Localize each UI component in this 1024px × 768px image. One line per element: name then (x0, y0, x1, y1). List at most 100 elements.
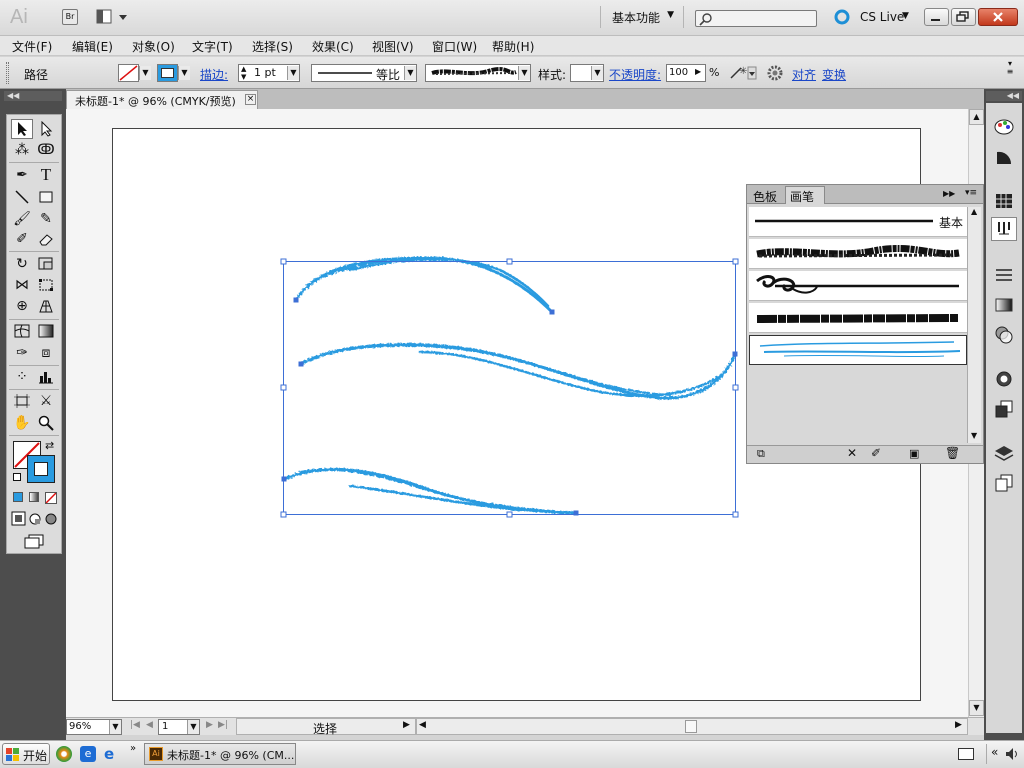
quicklaunch-browser-icon[interactable]: e (80, 746, 96, 762)
menu-help[interactable]: 帮助(H) (492, 38, 534, 55)
pencil-tool[interactable]: ✎ (35, 209, 57, 229)
rotate-tool[interactable]: ↻ (11, 254, 33, 274)
brush-options-icon[interactable]: ✐ (871, 446, 881, 460)
brush-item-blue-selected[interactable] (749, 335, 967, 365)
start-button[interactable]: 开始 (2, 743, 50, 765)
eyedropper-tool[interactable]: ✑ (11, 343, 33, 363)
scroll-down-button[interactable]: ▼ (969, 700, 984, 716)
brushes-panel-icon[interactable] (991, 217, 1017, 241)
swap-arrow-icon[interactable]: ⇄ (45, 439, 54, 452)
search-field[interactable] (695, 10, 817, 27)
triangle-right-icon[interactable]: ▶ (955, 720, 962, 730)
graphic-styles-icon[interactable] (991, 397, 1017, 421)
direct-selection-tool[interactable] (35, 119, 57, 139)
stroke-panel-icon[interactable] (991, 263, 1017, 287)
recolor-artwork-button[interactable]: ✳ (728, 64, 758, 82)
collapse-tools-button[interactable]: ◀◀ (4, 91, 62, 101)
column-graph-tool[interactable] (35, 367, 57, 387)
new-brush-icon[interactable]: ▣ (909, 447, 919, 460)
brush-definition-dropdown[interactable]: ▼ (425, 64, 531, 82)
hand-tool[interactable]: ✋ (11, 413, 33, 433)
stroke-swatch-dropdown[interactable]: ▼ (157, 64, 191, 82)
appearance-panel-icon[interactable] (991, 367, 1017, 391)
quicklaunch-ie-icon[interactable]: e (104, 746, 120, 762)
transform-link[interactable]: 变换 (822, 66, 846, 83)
none-button[interactable] (45, 492, 57, 504)
align-link[interactable]: 对齐 (792, 66, 816, 83)
bridge-button[interactable]: Br (62, 9, 78, 25)
rectangle-tool[interactable] (35, 187, 57, 207)
brush-item-ornamental[interactable] (749, 271, 967, 301)
menu-object[interactable]: 对象(O) (132, 38, 175, 55)
swatches-panel-icon[interactable] (991, 189, 1017, 213)
symbol-sprayer-tool[interactable]: ⁘ (11, 367, 33, 387)
brush-libraries-icon[interactable]: ⧉ (757, 447, 765, 461)
triangle-down-icon[interactable]: ▼ (971, 431, 977, 440)
menu-edit[interactable]: 编辑(E) (72, 38, 113, 55)
brush-item-basic[interactable]: 基本 (749, 207, 967, 237)
stroke-weight-stepper[interactable]: ▲ ▼ 1 pt ▼ (238, 64, 300, 82)
quicklaunch-media-icon[interactable] (56, 746, 72, 762)
opacity-link[interactable]: 不透明度: (609, 66, 661, 83)
triangle-up-icon[interactable]: ▲ (971, 207, 977, 216)
selection-tool[interactable] (11, 119, 33, 139)
next-artboard-icon[interactable]: ▶ (206, 720, 213, 730)
artboard-tool[interactable] (11, 391, 33, 411)
first-artboard-icon[interactable]: |◀ (130, 720, 140, 730)
draw-mode-buttons[interactable] (11, 511, 61, 527)
cs-live-button[interactable]: CS Live ▼ (834, 8, 914, 28)
default-colors-icon[interactable] (13, 473, 21, 481)
artboard-number-field[interactable]: 1 ▼ (158, 719, 200, 735)
fill-stroke-swatches[interactable]: ⇄ (11, 439, 59, 483)
graphic-style-dropdown[interactable]: ▼ (570, 64, 604, 82)
color-guide-icon[interactable] (991, 145, 1017, 169)
gradient-button[interactable] (29, 492, 39, 502)
close-button[interactable] (978, 8, 1018, 26)
control-bar-menu-button[interactable]: ▾ ≡ (1003, 60, 1017, 82)
transparency-panel-icon[interactable] (991, 323, 1017, 347)
lasso-tool[interactable]: ↂ (35, 140, 57, 160)
stroke-link[interactable]: 描边: (200, 66, 228, 83)
opacity-input[interactable]: 100 ▶ (666, 64, 706, 82)
restore-button[interactable] (951, 8, 976, 26)
tab-brushes[interactable]: 画笔 (785, 186, 825, 204)
remove-brush-stroke-icon[interactable]: ✕ (847, 446, 857, 460)
brush-item-charcoal[interactable] (749, 239, 967, 269)
magic-wand-tool[interactable]: ⁂ (11, 140, 33, 160)
zoom-level-field[interactable]: 96% ▼ (66, 719, 122, 735)
tab-swatches[interactable]: 色板 (749, 187, 783, 204)
color-panel-icon[interactable] (991, 115, 1017, 139)
brush-panel-scrollbar[interactable]: ▲ ▼ (967, 207, 981, 443)
tray-keyboard-icon[interactable] (958, 748, 974, 760)
status-mode-menu[interactable]: 选择 ▶ (236, 718, 416, 736)
menu-view[interactable]: 视图(V) (372, 38, 414, 55)
zoom-tool[interactable] (35, 413, 57, 433)
paintbrush-tool[interactable]: 🖌 (11, 209, 33, 229)
show-desktop-button[interactable]: « (986, 744, 1022, 764)
expand-panels-button[interactable]: ◀◀ (986, 91, 1022, 101)
shape-builder-tool[interactable]: ⊕ (11, 296, 33, 316)
menu-effect[interactable]: 效果(C) (312, 38, 354, 55)
stroke-color-swatch[interactable] (27, 455, 55, 483)
fill-swatch-dropdown[interactable]: ▼ (118, 64, 152, 82)
menu-file[interactable]: 文件(F) (12, 38, 52, 55)
slice-tool[interactable]: ⚔ (35, 391, 57, 411)
scroll-up-button[interactable]: ▲ (969, 109, 984, 125)
double-chevron-right-icon[interactable]: ▶▶ (943, 189, 955, 198)
layers-panel-icon[interactable] (991, 441, 1017, 465)
gradient-panel-icon[interactable] (991, 293, 1017, 317)
document-tab[interactable]: 未标题-1* @ 96% (CMYK/预览) × (66, 90, 258, 109)
perspective-grid-tool[interactable] (35, 296, 57, 316)
menu-type[interactable]: 文字(T) (192, 38, 233, 55)
free-transform-tool[interactable] (35, 275, 57, 295)
quicklaunch-expand-icon[interactable]: » (130, 743, 136, 754)
scroll-thumb[interactable] (685, 720, 697, 733)
close-tab-button[interactable]: × (245, 94, 256, 105)
pen-tool[interactable]: ✒ (11, 165, 33, 185)
brush-item-dry-ink[interactable] (749, 303, 967, 333)
minimize-button[interactable] (924, 8, 949, 26)
prev-artboard-icon[interactable]: ◀ (146, 720, 153, 730)
menu-select[interactable]: 选择(S) (252, 38, 293, 55)
eraser-tool[interactable] (35, 229, 57, 249)
control-grip[interactable] (6, 62, 9, 84)
